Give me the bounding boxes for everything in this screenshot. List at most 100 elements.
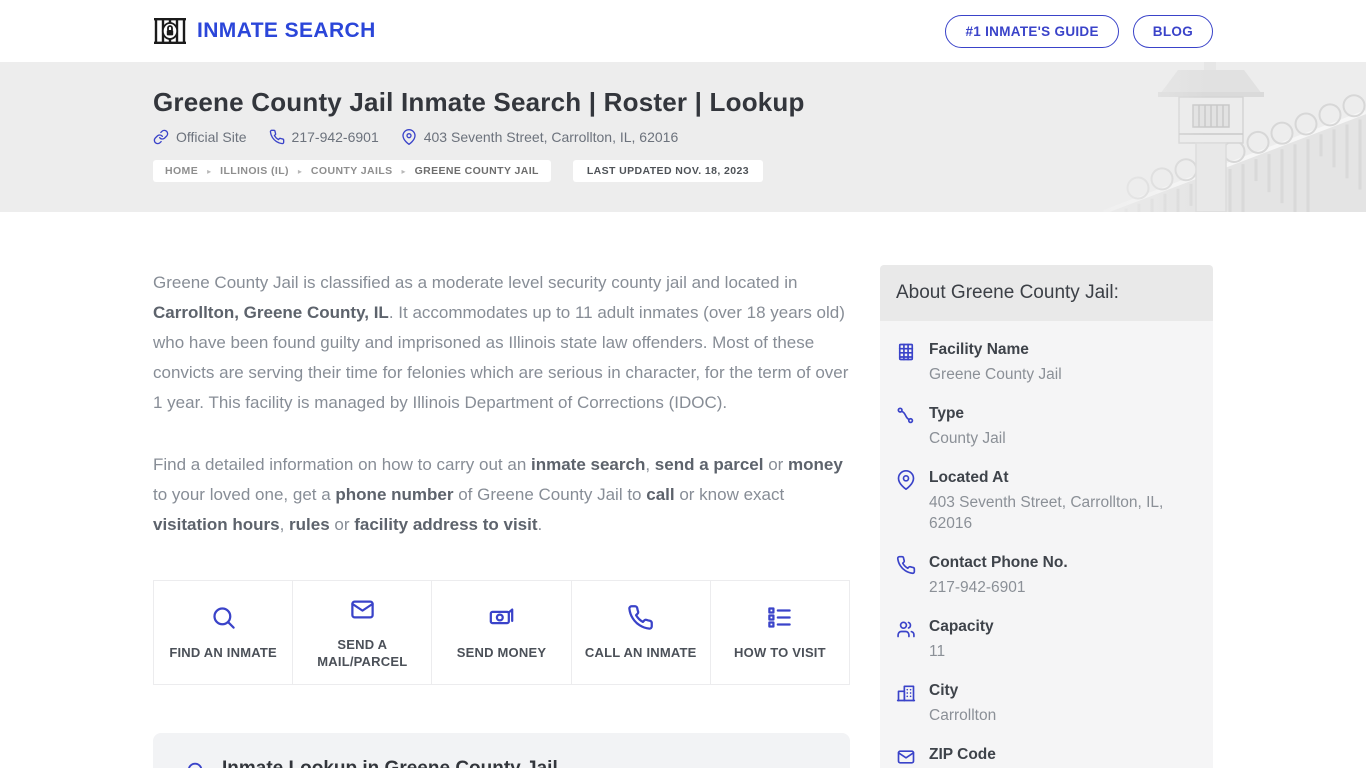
info-text: City Carrollton xyxy=(929,682,996,726)
body-text: Greene County Jail is classified as a mo… xyxy=(153,273,797,292)
breadcrumb-item-home[interactable]: HOME xyxy=(165,165,198,177)
body-text: to your loved one, get a xyxy=(153,485,335,504)
info-value: 11 xyxy=(929,641,994,662)
action-find-an-inmate[interactable]: FIND AN INMATE xyxy=(154,581,293,684)
header-logo[interactable]: INMATE SEARCH xyxy=(153,16,376,46)
link-icon xyxy=(153,129,169,145)
emphasis-text: phone number xyxy=(335,485,453,504)
breadcrumb-item-county-jails[interactable]: COUNTY JAILS xyxy=(311,165,393,177)
search-icon xyxy=(210,604,237,631)
intro-paragraph: Greene County Jail is classified as a mo… xyxy=(153,268,850,418)
body-text: of Greene County Jail to xyxy=(453,485,646,504)
breadcrumb-row: HOME ▸ ILLINOIS (IL) ▸ COUNTY JAILS ▸ GREENE C… xyxy=(153,160,1213,182)
info-item-contact-phone-no: Contact Phone No.217-942-6901 xyxy=(896,544,1197,608)
emphasis-text: send a parcel xyxy=(655,455,764,474)
emphasis-text: Carrollton, Greene County, IL xyxy=(153,303,389,322)
about-sidebar: About Greene County Jail: Facility Name G… xyxy=(880,265,1213,768)
info-value: Carrollton xyxy=(929,705,996,726)
facility-address: 403 Seventh Street, Carrollton, IL, 6201… xyxy=(401,129,679,145)
info-text: Type County Jail xyxy=(929,405,1006,449)
search-icon xyxy=(185,760,207,768)
action-how-to-visit[interactable]: HOW TO VISIT xyxy=(711,581,849,684)
inmates-guide-button[interactable]: #1 INMATE'S GUIDE xyxy=(945,15,1118,48)
city-icon xyxy=(896,683,916,726)
sidebar-items: Facility Name Greene County Jail Type Count… xyxy=(880,321,1213,768)
info-label: Capacity xyxy=(929,618,994,636)
phone-icon xyxy=(627,604,654,631)
hero-meta-row: Official Site 217-942-6901 403 Seventh S… xyxy=(153,129,1213,145)
header-nav: #1 INMATE'S GUIDE BLOG xyxy=(945,15,1213,48)
action-label: SEND A MAIL/PARCEL xyxy=(303,636,421,670)
info-value: Greene County Jail xyxy=(929,364,1062,385)
info-item-zip-code: ZIP Code62016 xyxy=(896,736,1197,768)
action-label: FIND AN INMATE xyxy=(169,644,277,661)
info-label: Facility Name xyxy=(929,341,1062,359)
body-text: , xyxy=(280,515,289,534)
quick-actions: FIND AN INMATE SEND A MAIL/PARCEL SEND MON… xyxy=(153,580,850,685)
brand-name: INMATE SEARCH xyxy=(197,19,376,43)
info-item-type: Type County Jail xyxy=(896,395,1197,459)
official-site-label: Official Site xyxy=(176,129,247,145)
emphasis-text: inmate search xyxy=(531,455,645,474)
info-label: Type xyxy=(929,405,1006,423)
action-send-a-mail-parcel[interactable]: SEND A MAIL/PARCEL xyxy=(293,581,432,684)
info-text: ZIP Code62016 xyxy=(929,746,996,768)
info-value: 217-942-6901 xyxy=(929,577,1068,598)
info-text: Facility Name Greene County Jail xyxy=(929,341,1062,385)
info-label: Located At xyxy=(929,469,1197,487)
action-label: HOW TO VISIT xyxy=(734,644,826,661)
info-item-city: City Carrollton xyxy=(896,672,1197,736)
main-content: Greene County Jail is classified as a mo… xyxy=(153,212,1213,768)
article-column: Greene County Jail is classified as a mo… xyxy=(153,212,850,768)
info-label: ZIP Code xyxy=(929,746,996,764)
info-text: Contact Phone No.217-942-6901 xyxy=(929,554,1068,598)
map-pin-icon xyxy=(896,470,916,534)
action-send-money[interactable]: SEND MONEY xyxy=(432,581,571,684)
emphasis-text: call xyxy=(646,485,674,504)
facility-icon xyxy=(896,342,916,385)
official-site-link[interactable]: Official Site xyxy=(153,129,247,145)
money-icon xyxy=(488,604,515,631)
action-call-an-inmate[interactable]: CALL AN INMATE xyxy=(572,581,711,684)
checklist-icon xyxy=(766,604,793,631)
body-text: or xyxy=(763,455,788,474)
blog-button[interactable]: BLOG xyxy=(1133,15,1213,48)
info-item-facility-name: Facility Name Greene County Jail xyxy=(896,331,1197,395)
body-text: or know exact xyxy=(675,485,785,504)
page-title: Greene County Jail Inmate Search | Roste… xyxy=(153,87,1213,118)
emphasis-text: facility address to visit xyxy=(354,515,537,534)
address-text: 403 Seventh Street, Carrollton, IL, 6201… xyxy=(424,129,679,145)
breadcrumb-separator-icon: ▸ xyxy=(207,167,211,176)
breadcrumb-separator-icon: ▸ xyxy=(298,167,302,176)
breadcrumb-item-illinois-il[interactable]: ILLINOIS (IL) xyxy=(220,165,289,177)
services-paragraph: Find a detailed information on how to ca… xyxy=(153,450,850,540)
phone-link[interactable]: 217-942-6901 xyxy=(269,129,379,145)
jail-lock-icon xyxy=(153,16,187,46)
people-icon xyxy=(896,619,916,662)
mail-icon xyxy=(896,747,916,768)
sidebar-title: About Greene County Jail: xyxy=(880,265,1213,321)
emphasis-text: visitation hours xyxy=(153,515,280,534)
info-text: Capacity 11 xyxy=(929,618,994,662)
phone-number: 217-942-6901 xyxy=(292,129,379,145)
info-value: County Jail xyxy=(929,428,1006,449)
action-label: CALL AN INMATE xyxy=(585,644,697,661)
body-text: or xyxy=(330,515,355,534)
lookup-title: Inmate Lookup in Greene County Jail xyxy=(222,758,558,768)
last-updated-badge: LAST UPDATED NOV. 18, 2023 xyxy=(573,160,763,182)
breadcrumb-item-greene-county-jail[interactable]: GREENE COUNTY JAIL xyxy=(415,165,539,177)
info-item-located-at: Located At 403 Seventh Street, Carrollton… xyxy=(896,459,1197,544)
phone-icon xyxy=(269,129,285,145)
info-value: 403 Seventh Street, Carrollton, IL, 6201… xyxy=(929,492,1197,534)
body-text: . xyxy=(538,515,543,534)
breadcrumb-separator-icon: ▸ xyxy=(402,167,406,176)
info-label: City xyxy=(929,682,996,700)
phone-icon xyxy=(896,555,916,598)
info-item-capacity: Capacity 11 xyxy=(896,608,1197,672)
emphasis-text: rules xyxy=(289,515,330,534)
inmate-lookup-section: Inmate Lookup in Greene County Jail xyxy=(153,733,850,768)
type-icon xyxy=(896,406,916,449)
mail-icon xyxy=(349,596,376,623)
body-text: Find a detailed information on how to ca… xyxy=(153,455,531,474)
breadcrumb: HOME ▸ ILLINOIS (IL) ▸ COUNTY JAILS ▸ GREENE C… xyxy=(153,160,551,182)
